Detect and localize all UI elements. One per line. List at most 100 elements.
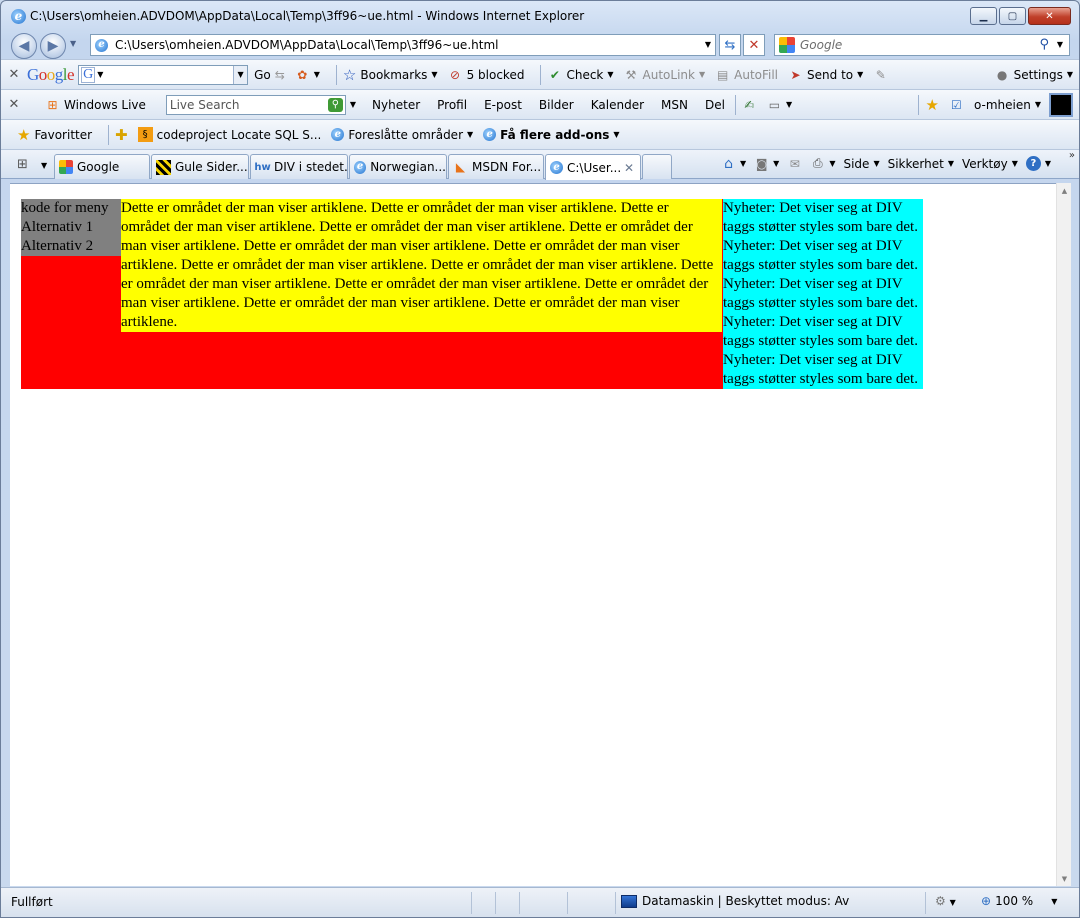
more-commands-icon[interactable]: » (1069, 150, 1075, 161)
ie-icon: e (550, 161, 563, 174)
google-logo: Google (27, 64, 75, 84)
favorite-label: Få flere add-ons (500, 127, 610, 142)
forward-button[interactable]: ▶ (40, 33, 66, 59)
feeds-button[interactable]: ◙ ▼ (754, 156, 779, 171)
live-tools-button[interactable]: ▭ ▼ (767, 97, 792, 112)
autolink-button[interactable]: ⚒ AutoLink ▼ (624, 67, 705, 82)
tab-list-dropdown[interactable]: ▼ (41, 161, 47, 170)
live-check-button[interactable]: ☑ (949, 97, 964, 112)
go-label: Go (254, 67, 271, 82)
page-menu-button[interactable]: Side ▼ (843, 157, 879, 171)
close-button[interactable]: ✕ (1028, 7, 1071, 25)
bookmarks-button[interactable]: ☆ Bookmarks ▼ (343, 66, 438, 84)
minimize-button[interactable]: ▁ (970, 7, 997, 25)
close-toolbar-icon[interactable]: ✕ (1, 97, 27, 112)
chevron-down-icon: ▼ (1044, 159, 1051, 168)
live-search-input[interactable]: Live Search (170, 98, 240, 112)
sendto-label: Send to (807, 67, 854, 82)
close-toolbar-icon[interactable]: ✕ (1, 67, 27, 82)
add-favorite-button[interactable]: ✚ (115, 126, 128, 144)
tab-msdn[interactable]: ◣ MSDN For... (448, 154, 544, 179)
scroll-down-icon[interactable]: ▼ (1057, 871, 1072, 886)
live-link-kalender[interactable]: Kalender (591, 98, 644, 112)
security-zone[interactable]: Datamaskin | Beskyttet modus: Av (621, 894, 849, 908)
settings-button[interactable]: ● Settings ▼ (995, 67, 1073, 82)
search-dropdown[interactable]: ▼ (1057, 40, 1063, 49)
address-row: ◀ ▶ ▼ e C:\Users\omheien.ADVDOM\AppData\… (1, 31, 1079, 59)
address-bar[interactable]: e C:\Users\omheien.ADVDOM\AppData\Local\… (90, 34, 716, 56)
user-avatar[interactable] (1049, 92, 1073, 117)
rss-icon: ◙ (755, 156, 768, 171)
zoom-control[interactable]: ⊕ 100 % ▼ (981, 894, 1057, 908)
zoom-level: 100 % (995, 894, 1034, 908)
blocked-icon: ⊘ (450, 67, 461, 82)
address-dropdown[interactable]: ▼ (705, 40, 711, 49)
live-search-dropdown[interactable]: ▼ (350, 100, 356, 109)
go-button[interactable]: Go ⇆ (254, 68, 285, 82)
print-button[interactable]: ⎙ ▼ (810, 156, 835, 171)
windows-live-button[interactable]: ⊞ Windows Live (45, 97, 145, 112)
back-button[interactable]: ◀ (11, 33, 37, 59)
favorite-addons[interactable]: e Få flere add-ons ▼ (483, 127, 620, 142)
popup-blocker-button[interactable]: ⊘ 5 blocked (448, 67, 524, 82)
favorites-button[interactable]: ★ Favoritter (17, 126, 92, 144)
maximize-button[interactable]: ▢ (999, 7, 1026, 25)
refresh-button[interactable]: ⇆ (719, 34, 741, 56)
highlight-button[interactable]: ✎ (873, 67, 888, 82)
vertical-scrollbar[interactable]: ▲ ▼ (1056, 183, 1071, 886)
autofill-button[interactable]: ▤ AutoFill (715, 67, 778, 82)
printer-icon: ⎙ (813, 156, 823, 170)
new-tab-button[interactable] (642, 154, 672, 179)
favorite-suggested-sites[interactable]: e Foreslåtte områder ▼ (331, 128, 473, 142)
protected-mode-button[interactable]: ⚙ ▼ (935, 894, 956, 908)
search-icon[interactable]: ⚲ (327, 97, 343, 112)
window-controls: ▁ ▢ ✕ (970, 7, 1071, 25)
tab-label: Gule Sider... (175, 160, 248, 174)
verktoy-label: Verktøy (961, 156, 1008, 171)
sendto-button[interactable]: ➤ Send to ▼ (788, 67, 864, 82)
live-favorites-button[interactable]: ★ (925, 96, 938, 114)
google-tools-button[interactable]: ✿ ▼ (295, 67, 320, 82)
search-input[interactable]: Google (800, 38, 842, 52)
help-button[interactable]: ? ▼ (1025, 156, 1051, 171)
tab-current[interactable]: e C:\User... ✕ (545, 154, 641, 180)
search-box[interactable]: Google ⚲ ▼ (774, 34, 1070, 56)
live-link-bilder[interactable]: Bilder (539, 98, 574, 112)
tab-div-i-stedet[interactable]: hw DIV i stedet... (250, 154, 348, 179)
spellcheck-button[interactable]: ✔ Check ▼ (547, 67, 614, 82)
search-icon[interactable]: ⚲ (1039, 37, 1049, 52)
star-icon: ★ (925, 95, 939, 114)
live-link-profil[interactable]: Profil (437, 98, 467, 112)
chevron-down-icon: ▼ (467, 130, 474, 139)
live-link-nyheter[interactable]: Nyheter (372, 98, 420, 112)
autolink-label: AutoLink (642, 67, 695, 82)
favorite-codeproject[interactable]: § codeproject Locate SQL S... (137, 127, 321, 142)
user-menu-button[interactable]: o-mheien ▼ (974, 98, 1041, 112)
blog-button[interactable]: ✍ (742, 97, 757, 112)
stop-button[interactable]: ✕ (743, 34, 765, 56)
tab-gule-sider[interactable]: Gule Sider... (151, 154, 249, 179)
address-input[interactable]: C:\Users\omheien.ADVDOM\AppData\Local\Te… (115, 38, 498, 52)
google-search-dropdown[interactable]: ▼ (233, 65, 248, 84)
tab-label: C:\User... (567, 160, 622, 175)
safety-menu-button[interactable]: Sikkerhet ▼ (888, 157, 954, 171)
live-link-msn[interactable]: MSN (661, 98, 688, 112)
window-icon: ▭ (768, 97, 781, 112)
live-link-epost[interactable]: E-post (484, 98, 522, 112)
wand-icon: ⚒ (625, 67, 637, 82)
menu-heading: kode for meny (21, 200, 109, 216)
home-button[interactable]: ⌂ ▼ (721, 156, 746, 172)
live-search-box[interactable]: Live Search ⚲ (165, 94, 346, 115)
tab-google[interactable]: Google (54, 154, 150, 179)
google-search-input[interactable]: G ▼ ▼ (78, 64, 249, 85)
tab-norwegian[interactable]: e Norwegian... (349, 154, 447, 179)
history-dropdown[interactable]: ▼ (70, 39, 76, 48)
scroll-up-icon[interactable]: ▲ (1057, 183, 1072, 198)
close-tab-icon[interactable]: ✕ (624, 161, 634, 175)
live-link-del[interactable]: Del (705, 98, 725, 112)
chevron-down-icon: ▼ (785, 100, 793, 109)
mail-button[interactable]: ✉ (787, 156, 802, 171)
tools-menu-button[interactable]: Verktøy ▼ (962, 157, 1018, 171)
quick-tabs-icon[interactable]: ⊞ (17, 157, 28, 172)
gulesider-icon (156, 159, 171, 175)
